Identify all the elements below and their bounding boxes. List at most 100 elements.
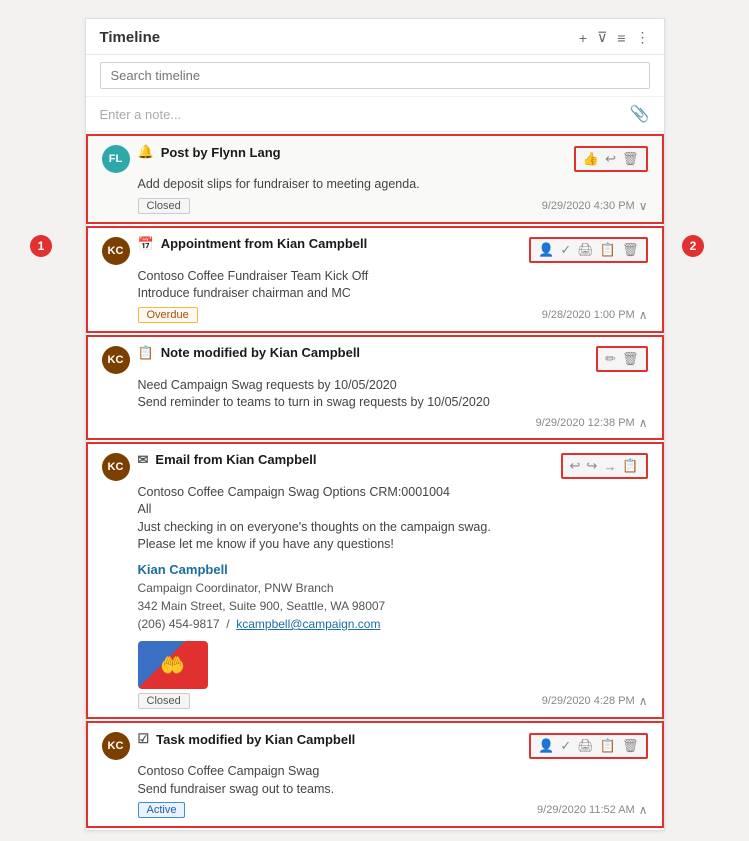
assign-task-icon[interactable]: 👤 — [538, 738, 554, 754]
appt-footer: Overdue 9/28/2020 1:00 PM ∧ — [138, 307, 648, 323]
email-timestamp: 9/29/2020 4:28 PM ∧ — [542, 694, 648, 708]
note-chevron[interactable]: ∧ — [639, 416, 648, 430]
post-header: FL 🔔 Post by Flynn Lang 👍 ↩ 🗑 — [102, 144, 648, 173]
avatar-kc-task: KC — [102, 732, 130, 760]
timeline-item-post: FL 🔔 Post by Flynn Lang 👍 ↩ 🗑 Add deposi… — [86, 134, 664, 224]
post-left: FL 🔔 Post by Flynn Lang — [102, 144, 574, 173]
email-header: KC ✉ Email from Kian Campbell ↩ ↪ → 📋 — [102, 452, 648, 481]
timeline-item-task: KC ☑ Task modified by Kian Campbell 👤 ✓ … — [86, 721, 664, 828]
note-input-row: Enter a note... 📎 — [86, 97, 664, 132]
timeline-title: Timeline — [100, 29, 579, 46]
post-badge: Closed — [138, 198, 190, 214]
copy-email-icon[interactable]: 📋 — [622, 458, 638, 474]
like-icon[interactable]: 👍 — [583, 151, 599, 167]
note-header: KC 📋 Note modified by Kian Campbell ✏ 🗑 — [102, 345, 648, 374]
task-icon: ☑ — [138, 731, 150, 747]
add-icon[interactable]: + — [579, 30, 587, 46]
appt-body: Contoso Coffee Fundraiser Team Kick Off … — [138, 268, 648, 303]
search-input[interactable] — [100, 62, 650, 89]
print-task-icon[interactable]: 🖨 — [577, 738, 594, 754]
avatar-fl: FL — [102, 145, 130, 173]
task-actions: 👤 ✓ 🖨 📋 🗑 — [529, 733, 647, 759]
note-placeholder[interactable]: Enter a note... — [100, 107, 182, 122]
sort-icon[interactable]: ≡ — [617, 30, 625, 46]
note-timestamp: 9/29/2020 12:38 PM ∧ — [536, 416, 648, 430]
complete-task-icon[interactable]: ✓ — [560, 738, 571, 754]
reply-icon[interactable]: ↩ — [605, 151, 616, 167]
timeline-item-appointment: KC 📅 Appointment from Kian Campbell 👤 ✓ … — [86, 226, 664, 333]
email-signature: Kian Campbell Campaign Coordinator, PNW … — [138, 560, 648, 634]
task-left: KC ☑ Task modified by Kian Campbell — [102, 731, 530, 760]
note-footer: 9/29/2020 12:38 PM ∧ — [138, 416, 648, 430]
timeline-header: Timeline + ⊽ ≡ ⋮ — [86, 19, 664, 55]
task-body: Contoso Coffee Campaign Swag Send fundra… — [138, 763, 648, 798]
appt-icon: 📅 — [138, 236, 154, 252]
filter-icon[interactable]: ⊽ — [597, 29, 607, 46]
post-icon: 🔔 — [138, 144, 154, 160]
delete-icon[interactable]: 🗑 — [622, 151, 639, 167]
print-icon[interactable]: 🖨 — [577, 242, 594, 258]
post-footer: Closed 9/29/2020 4:30 PM ∨ — [138, 198, 648, 214]
header-icons: + ⊽ ≡ ⋮ — [579, 29, 650, 46]
note-icon: 📋 — [138, 345, 154, 361]
edit-icon[interactable]: ✏ — [605, 351, 616, 367]
post-actions: 👍 ↩ 🗑 — [574, 146, 648, 172]
email-icon: ✉ — [138, 452, 149, 468]
delete-icon-note[interactable]: 🗑 — [622, 351, 639, 367]
task-title: ☑ Task modified by Kian Campbell — [138, 731, 356, 747]
sig-title: Campaign Coordinator, PNW Branch — [138, 579, 648, 597]
delete-icon-appt[interactable]: 🗑 — [622, 242, 639, 258]
task-footer: Active 9/29/2020 11:52 AM ∧ — [138, 802, 648, 818]
email-title: ✉ Email from Kian Campbell — [138, 452, 317, 468]
appt-left: KC 📅 Appointment from Kian Campbell — [102, 236, 530, 265]
replyall-icon[interactable]: ↪ — [586, 458, 597, 474]
post-body: Add deposit slips for fundraiser to meet… — [138, 176, 648, 194]
email-footer: Closed 9/29/2020 4:28 PM ∧ — [138, 693, 648, 709]
appt-title: 📅 Appointment from Kian Campbell — [138, 236, 368, 252]
task-chevron[interactable]: ∧ — [639, 803, 648, 817]
timeline-panel: Timeline + ⊽ ≡ ⋮ Enter a note... 📎 FL — [85, 18, 665, 831]
sig-name: Kian Campbell — [138, 560, 648, 580]
copy-task-icon[interactable]: 📋 — [600, 738, 616, 754]
reply-email-icon[interactable]: ↩ — [570, 458, 581, 474]
delete-task-icon[interactable]: 🗑 — [622, 738, 639, 754]
sig-contact: (206) 454-9817 / kcampbell@campaign.com — [138, 615, 648, 633]
task-timestamp: 9/29/2020 11:52 AM ∧ — [537, 803, 647, 817]
attachment-icon[interactable]: 📎 — [630, 104, 650, 124]
post-timestamp: 9/29/2020 4:30 PM ∨ — [542, 199, 648, 213]
sig-email-link[interactable]: kcampbell@campaign.com — [236, 617, 380, 631]
annotation-circle-1: 1 — [30, 235, 52, 257]
appt-chevron[interactable]: ∧ — [639, 308, 648, 322]
post-chevron[interactable]: ∨ — [639, 199, 648, 213]
task-header: KC ☑ Task modified by Kian Campbell 👤 ✓ … — [102, 731, 648, 760]
forward-icon[interactable]: → — [603, 459, 616, 474]
email-body: Contoso Coffee Campaign Swag Options CRM… — [138, 484, 648, 554]
search-bar — [86, 55, 664, 97]
complete-icon[interactable]: ✓ — [560, 242, 571, 258]
email-actions: ↩ ↪ → 📋 — [561, 453, 648, 479]
appt-badge: Overdue — [138, 307, 198, 323]
note-body: Need Campaign Swag requests by 10/05/202… — [138, 377, 648, 412]
timeline-item-note: KC 📋 Note modified by Kian Campbell ✏ 🗑 … — [86, 335, 664, 440]
email-chevron[interactable]: ∧ — [639, 694, 648, 708]
post-title: 🔔 Post by Flynn Lang — [138, 144, 281, 160]
avatar-kc-note: KC — [102, 346, 130, 374]
avatar-kc-appt: KC — [102, 237, 130, 265]
note-actions: ✏ 🗑 — [596, 346, 647, 372]
note-left: KC 📋 Note modified by Kian Campbell — [102, 345, 597, 374]
appt-header: KC 📅 Appointment from Kian Campbell 👤 ✓ … — [102, 236, 648, 265]
appt-actions: 👤 ✓ 🖨 📋 🗑 — [529, 237, 647, 263]
copy-icon[interactable]: 📋 — [600, 242, 616, 258]
page-container: 1 2 Timeline + ⊽ ≡ ⋮ Enter a note... 📎 — [10, 10, 739, 831]
appt-timestamp: 9/28/2020 1:00 PM ∧ — [542, 308, 648, 322]
more-icon[interactable]: ⋮ — [636, 29, 650, 46]
email-left: KC ✉ Email from Kian Campbell — [102, 452, 561, 481]
sig-address: 342 Main Street, Suite 900, Seattle, WA … — [138, 597, 648, 615]
annotation-circle-2: 2 — [682, 235, 704, 257]
task-badge: Active — [138, 802, 186, 818]
email-image: 🤲 — [138, 641, 208, 689]
avatar-kc-email: KC — [102, 453, 130, 481]
assign-icon[interactable]: 👤 — [538, 242, 554, 258]
note-title: 📋 Note modified by Kian Campbell — [138, 345, 361, 361]
timeline-items: FL 🔔 Post by Flynn Lang 👍 ↩ 🗑 Add deposi… — [86, 134, 664, 828]
